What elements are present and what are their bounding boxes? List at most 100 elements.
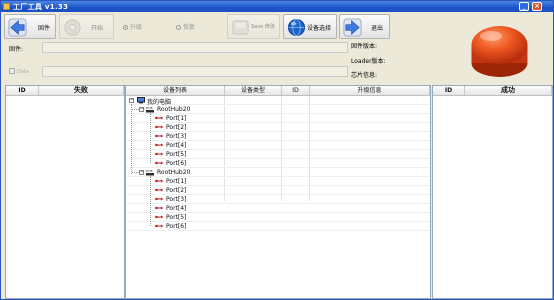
start-button[interactable]: 开始 [59, 14, 114, 39]
date-field[interactable] [42, 66, 348, 77]
chip-info-label: 芯片信息: [351, 72, 378, 79]
col-device-list[interactable]: 设备列表 [126, 86, 225, 96]
port-label: Port[1] [166, 115, 187, 122]
port-label: Port[6] [166, 160, 187, 167]
firmware-button[interactable]: 固件 [4, 14, 56, 39]
firmware-path-field[interactable] [42, 42, 348, 53]
upgrade-radio-dot [123, 25, 128, 30]
usb-icon [155, 125, 163, 129]
col-id[interactable]: ID [282, 86, 310, 96]
computer-icon [137, 97, 145, 104]
tree-row-port[interactable]: Port[3] [126, 132, 430, 141]
date-checkbox[interactable]: Date [9, 68, 29, 75]
tree-line [150, 113, 151, 163]
fail-panel: ID 失败 [5, 85, 125, 299]
usb-icon [155, 161, 163, 165]
hub-icon: HUB [146, 169, 154, 176]
main-window: 工厂工具 v1.33 _ × 固件 开始 升级 恢复 Save 修改 设备选择 … [0, 0, 554, 300]
window-title: 工厂工具 v1.33 [13, 3, 69, 11]
usb-icon [155, 188, 163, 192]
save-button-label: Save 修改 [251, 24, 275, 30]
collapse-toggle[interactable]: − [129, 98, 134, 103]
globe-icon [287, 18, 306, 37]
port-label: Port[5] [166, 214, 187, 221]
upgrade-radio-label: 升级 [130, 24, 143, 31]
tree-line [150, 176, 151, 226]
collapse-toggle[interactable]: − [139, 107, 144, 112]
success-panel: ID 成功 [432, 85, 553, 299]
loader-version-label: Loader版本: [351, 58, 386, 65]
device-select-button[interactable]: 设备选择 [283, 14, 337, 39]
restore-radio-label: 恢复 [183, 24, 196, 31]
exit-button-label: 退出 [371, 25, 384, 32]
save-icon [232, 20, 249, 35]
tree-row-root[interactable]: − 我的电脑 [126, 96, 430, 106]
tree-line [131, 104, 132, 174]
start-button-label: 开始 [91, 25, 104, 32]
title-bar[interactable]: 工厂工具 v1.33 _ × [1, 1, 553, 12]
hub-label: RootHub20 [157, 106, 191, 113]
restore-radio[interactable]: 恢复 [176, 22, 195, 31]
fail-col-id[interactable]: ID [6, 86, 39, 96]
tree-row-port[interactable]: Port[4] [126, 204, 430, 213]
tree-row-hub[interactable]: − HUB RootHub20 [126, 168, 430, 177]
tree-row-port[interactable]: Port[4] [126, 141, 430, 150]
tree-row-hub[interactable]: − HUB RootHub20 [126, 105, 430, 114]
col-device-type[interactable]: 设备类型 [225, 86, 282, 96]
tree-row-port[interactable]: Port[6] [126, 159, 430, 168]
tree-row-port[interactable]: Port[5] [126, 150, 430, 159]
device-tree[interactable]: − 我的电脑 − HUB RootHub20 Port[1] Port[2] P… [126, 96, 430, 298]
date-checkbox-box [9, 68, 15, 74]
port-label: Port[5] [166, 151, 187, 158]
port-label: Port[4] [166, 142, 187, 149]
upgrade-radio[interactable]: 升级 [123, 22, 142, 31]
hub-icon: HUB [146, 106, 154, 113]
tree-row-port[interactable]: Port[6] [126, 222, 430, 231]
firmware-version-label: 固件版本: [351, 43, 378, 50]
tree-line [132, 109, 139, 110]
tree-line [132, 172, 139, 173]
collapse-toggle[interactable]: − [139, 170, 144, 175]
port-label: Port[3] [166, 133, 187, 140]
port-label: Port[2] [166, 124, 187, 131]
tree-row-port[interactable]: Port[1] [126, 177, 430, 186]
exit-button[interactable]: 退出 [339, 14, 390, 39]
restore-radio-dot [176, 25, 181, 30]
usb-icon [155, 134, 163, 138]
arrow-left-icon [8, 18, 27, 37]
usb-icon [155, 179, 163, 183]
arrow-right-icon [343, 18, 362, 37]
fail-col-fail[interactable]: 失败 [39, 86, 124, 96]
port-label: Port[3] [166, 196, 187, 203]
minimize-button[interactable]: _ [519, 2, 529, 11]
device-list-panel: 设备列表 设备类型 ID 升级信息 − 我的电脑 − HUB RootHub20… [125, 85, 431, 299]
date-checkbox-label: Date [17, 69, 29, 75]
start-upgrade-big-button[interactable] [469, 23, 530, 81]
usb-icon [155, 152, 163, 156]
tree-row-port[interactable]: Port[2] [126, 123, 430, 132]
port-label: Port[4] [166, 205, 187, 212]
usb-icon [155, 206, 163, 210]
disc-icon [64, 19, 81, 36]
hub-label: RootHub20 [157, 169, 191, 176]
port-label: Port[1] [166, 178, 187, 185]
tree-row-port[interactable]: Port[3] [126, 195, 430, 204]
port-label: Port[6] [166, 223, 187, 230]
svg-text:HUB: HUB [146, 106, 153, 110]
tree-row-port[interactable]: Port[2] [126, 186, 430, 195]
tree-row-port[interactable]: Port[5] [126, 213, 430, 222]
success-col-id[interactable]: ID [433, 86, 465, 96]
firmware-button-label: 固件 [38, 25, 51, 32]
usb-icon [155, 224, 163, 228]
col-upgrade-info[interactable]: 升级信息 [310, 86, 430, 96]
usb-icon [155, 197, 163, 201]
usb-icon [155, 143, 163, 147]
tree-row-port[interactable]: Port[1] [126, 114, 430, 123]
save-button[interactable]: Save 修改 [227, 14, 280, 39]
svg-text:HUB: HUB [146, 169, 153, 173]
close-button[interactable]: × [532, 2, 542, 11]
app-icon [3, 3, 10, 10]
success-col-success[interactable]: 成功 [465, 86, 552, 96]
usb-icon [155, 215, 163, 219]
firmware-field-label: 固件: [9, 46, 24, 53]
